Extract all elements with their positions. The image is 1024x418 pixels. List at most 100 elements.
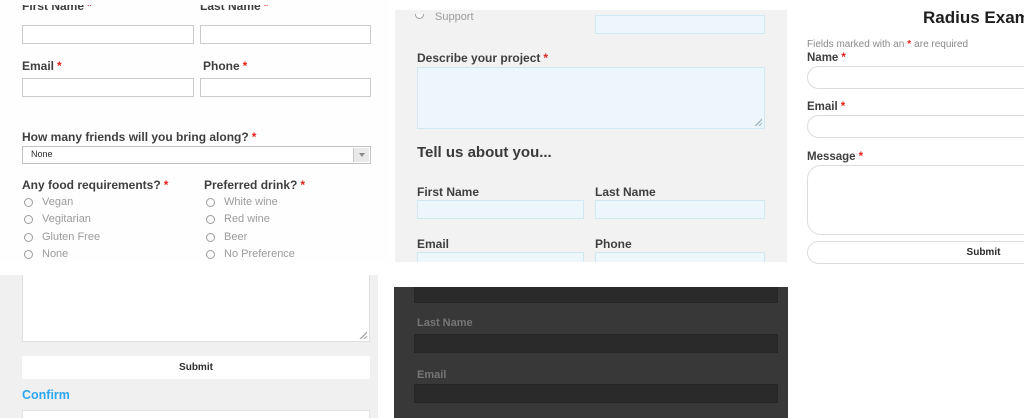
last-name-label: Last Name* — [200, 5, 360, 16]
radio-icon[interactable] — [206, 233, 215, 242]
radio-label: Gluten Free — [42, 231, 100, 243]
phone-input[interactable] — [200, 78, 371, 97]
last-name-input[interactable] — [414, 334, 778, 353]
required-fields-note: Fields marked with an*are required — [807, 39, 968, 50]
drink-question-label: Preferred drink?* — [204, 178, 305, 192]
radio-label: White wine — [224, 196, 278, 208]
radio-icon[interactable] — [24, 198, 33, 207]
required-asterisk: * — [300, 178, 305, 192]
radio-label: Vegitarian — [42, 213, 91, 225]
button-label: Submit — [967, 247, 1001, 258]
radio-option-gluten-free[interactable]: Gluten Free — [24, 231, 100, 243]
confirm-link[interactable]: Confirm — [22, 388, 70, 402]
first-name-input[interactable] — [417, 200, 584, 219]
submit-button[interactable]: Submit — [807, 241, 1024, 264]
label-text: Last Name — [595, 185, 656, 199]
required-asterisk: * — [841, 52, 845, 64]
note-text: are required — [914, 39, 968, 50]
first-name-input[interactable] — [22, 25, 194, 44]
first-name-label: First Name* — [22, 5, 182, 16]
radio-icon[interactable] — [24, 215, 33, 224]
label-text: Email — [807, 101, 838, 113]
radio-icon[interactable] — [24, 233, 33, 242]
radio-label: Support — [435, 11, 474, 23]
radio-label: None — [42, 248, 68, 260]
phone-label: Phone* — [203, 59, 247, 73]
required-asterisk: * — [859, 151, 863, 163]
email-input[interactable] — [22, 78, 194, 97]
email-input[interactable] — [414, 384, 778, 403]
email-input[interactable] — [417, 252, 584, 262]
required-asterisk: * — [57, 59, 62, 73]
last-name-label: Last Name — [417, 317, 473, 329]
required-asterisk: * — [907, 39, 911, 50]
required-asterisk: * — [543, 51, 548, 65]
label-text: Phone — [203, 59, 240, 73]
radius-form-section: Radius Example Fields marked with an*are… — [787, 0, 1024, 270]
radio-icon[interactable] — [206, 215, 215, 224]
name-label: Name* — [807, 52, 846, 64]
email-label: Email — [417, 237, 449, 251]
first-name-label: First Name — [417, 185, 479, 199]
phone-label: Phone — [595, 237, 632, 251]
about-heading: Tell us about you... — [417, 144, 552, 161]
chevron-down-icon — [359, 153, 365, 157]
forms-collage: First Name* Last Name* Email* Phone* How… — [0, 0, 1024, 418]
event-form-section: First Name* Last Name* Email* Phone* How… — [0, 0, 390, 262]
label-text: First Name — [22, 5, 84, 13]
first-name-input[interactable] — [414, 287, 778, 303]
radio-option-no-preference[interactable]: No Preference — [206, 248, 295, 260]
required-asterisk: * — [252, 130, 257, 144]
radio-option-vegitarian[interactable]: Vegitarian — [24, 213, 91, 225]
radio-option-vegan[interactable]: Vegan — [24, 196, 73, 208]
radio-option-none[interactable]: None — [24, 248, 68, 260]
dark-form-section: Last Name Email — [394, 287, 788, 418]
name-input[interactable] — [807, 66, 1024, 89]
label-text: Any food requirements? — [22, 178, 161, 192]
note-text: Fields marked with an — [807, 39, 904, 50]
button-label: Submit — [179, 362, 213, 373]
project-top-input[interactable] — [595, 15, 765, 34]
friends-select[interactable]: None — [22, 146, 371, 164]
message-textarea[interactable] — [807, 165, 1024, 235]
radio-icon[interactable] — [415, 14, 426, 21]
radio-option-support[interactable]: Support — [415, 11, 474, 23]
food-question-label: Any food requirements?* — [22, 178, 168, 192]
radio-icon[interactable] — [206, 250, 215, 259]
phone-input[interactable] — [595, 252, 765, 262]
radio-label: Vegan — [42, 196, 73, 208]
select-dropdown-button[interactable] — [353, 148, 369, 162]
label-text: How many friends will you bring along? — [22, 130, 249, 144]
radio-option-white-wine[interactable]: White wine — [206, 196, 278, 208]
label-text: Name — [807, 52, 838, 64]
last-name-input[interactable] — [200, 25, 371, 44]
radio-label: No Preference — [224, 248, 295, 260]
email-label: Email* — [22, 59, 62, 73]
required-asterisk: * — [87, 5, 92, 13]
message-textarea[interactable] — [22, 275, 370, 342]
radio-icon[interactable] — [206, 198, 215, 207]
last-name-label: Last Name — [595, 185, 656, 199]
textarea-resize-handle[interactable] — [754, 118, 762, 126]
email-input[interactable] — [807, 115, 1024, 138]
confirm-form-section: Submit Confirm — [0, 275, 378, 418]
radio-option-red-wine[interactable]: Red wine — [206, 213, 270, 225]
submit-button[interactable]: Submit — [22, 356, 370, 379]
confirm-input[interactable] — [22, 410, 370, 418]
required-asterisk: * — [243, 59, 248, 73]
radio-icon[interactable] — [24, 250, 33, 259]
label-text: Phone — [595, 237, 632, 251]
email-label: Email — [417, 369, 446, 381]
page-title: Radius Example — [923, 8, 1024, 28]
message-label: Message* — [807, 151, 863, 163]
label-text: Last Name — [200, 5, 261, 13]
last-name-input[interactable] — [595, 200, 765, 219]
describe-project-textarea[interactable] — [417, 67, 765, 129]
label-text: Email — [22, 59, 54, 73]
label-text: Describe your project — [417, 51, 540, 65]
required-asterisk: * — [164, 178, 169, 192]
textarea-resize-handle[interactable] — [359, 331, 367, 339]
radio-label: Red wine — [224, 213, 270, 225]
required-asterisk: * — [264, 5, 269, 13]
radio-option-beer[interactable]: Beer — [206, 231, 247, 243]
